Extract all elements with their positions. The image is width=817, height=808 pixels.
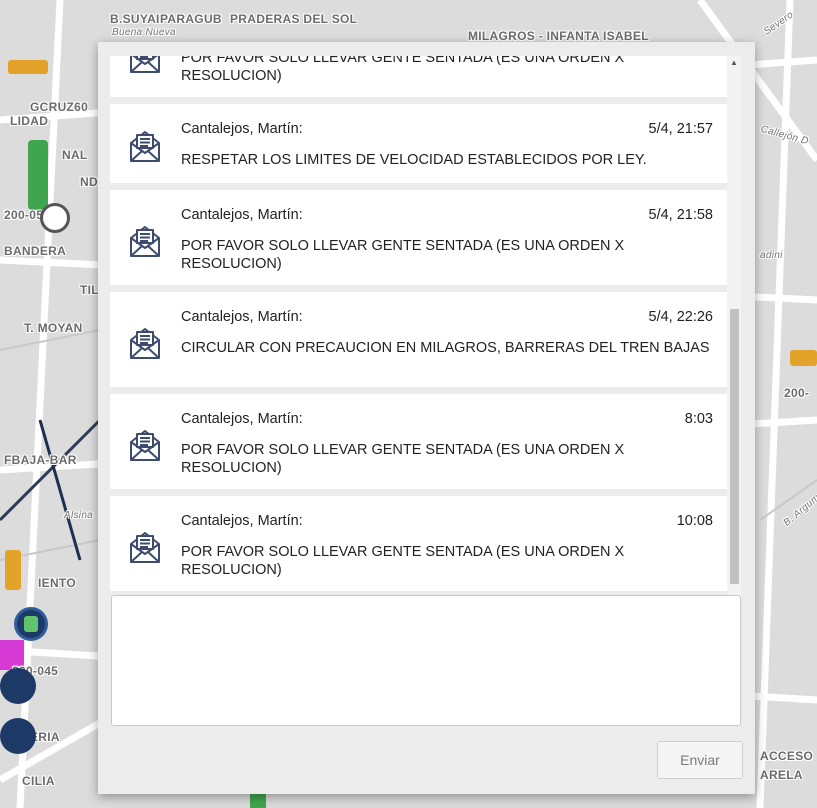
message-list[interactable]: POR FAVOR SOLO LLEVAR GENTE SENTADA (ES … [110,56,727,624]
map-label: NAL [62,148,88,162]
message-body: POR FAVOR SOLO LLEVAR GENTE SENTADA (ES … [181,442,625,476]
message-time: 8:03 [684,411,713,427]
map-label: GCRUZ60 [30,100,89,114]
map-label: CILIA [22,774,55,788]
list-item: POR FAVOR SOLO LLEVAR GENTE SENTADA (ES … [110,56,727,97]
bus-stop-marker[interactable] [14,607,48,641]
message-sender: Cantalejos, Martín: [181,121,303,137]
envelope-letter-icon [130,56,160,73]
message-time: 5/4, 21:57 [648,121,714,137]
message-header: Cantalejos, Martín: 5/4, 21:57 [181,121,713,138]
message-header: Cantalejos, Martín: 5/4, 22:26 [181,309,713,326]
map-label: ACCESO [760,749,814,763]
map-label: MILAGROS - INFANTA ISABEL [468,29,649,43]
map-label: TIL [80,283,99,297]
list-item: Cantalejos, Martín: 8:03 POR FAVOR SOLO … [110,394,727,489]
envelope-letter-icon [130,532,160,563]
envelope-letter-icon [130,131,160,162]
envelope-letter-icon [130,328,160,359]
map-label: 200- [784,386,810,400]
map-label: FBAJA-BAR [4,453,77,467]
message-body: POR FAVOR SOLO LLEVAR GENTE SENTADA (ES … [181,56,625,84]
message-header: Cantalejos, Martín: 10:08 [181,513,713,530]
list-item: Cantalejos, Martín: 5/4, 21:58 POR FAVOR… [110,190,727,285]
scrollbar-thumb[interactable] [730,309,739,584]
map-label: B.SUYAI [110,12,160,26]
message-sender: Cantalejos, Martín: [181,207,303,223]
envelope-letter-icon [130,430,160,461]
map-label: Alsina [64,510,94,521]
message-time: 10:08 [676,513,713,529]
person-marker[interactable] [0,668,36,704]
bus-icon [24,616,38,632]
speed-marker[interactable] [40,203,70,233]
message-time: 5/4, 22:26 [648,309,714,325]
map-label: ARELA [760,768,803,782]
map-label: LIDAD [10,114,49,128]
message-list-scrollbar[interactable]: ▲ ▼ [727,56,741,624]
map-label: adini [760,250,783,261]
message-sender: Cantalejos, Martín: [181,309,303,325]
map-label: PARAGUB [160,12,222,26]
message-time: 5/4, 21:58 [648,207,714,223]
send-button[interactable]: Enviar [657,741,743,779]
envelope-letter-icon [130,226,160,257]
person-marker[interactable] [0,718,36,754]
message-header: Cantalejos, Martín: 5/4, 21:58 [181,207,713,224]
map-label: BANDERA [4,244,67,258]
message-body: CIRCULAR CON PRECAUCION EN MILAGROS, BAR… [181,340,710,356]
message-list-content: POR FAVOR SOLO LLEVAR GENTE SENTADA (ES … [110,56,727,598]
messages-modal: POR FAVOR SOLO LLEVAR GENTE SENTADA (ES … [98,42,755,794]
map-label: Buena Nueva [112,27,176,38]
message-body: POR FAVOR SOLO LLEVAR GENTE SENTADA (ES … [181,238,625,272]
message-compose-input[interactable] [111,595,741,726]
scroll-up-arrow-icon[interactable]: ▲ [727,56,741,70]
map-label: PRADERAS DEL SOL [230,12,358,26]
list-item: Cantalejos, Martín: 5/4, 22:26 CIRCULAR … [110,292,727,387]
list-item: Cantalejos, Martín: 10:08 POR FAVOR SOLO… [110,496,727,591]
message-sender: Cantalejos, Martín: [181,411,303,427]
message-sender: Cantalejos, Martín: [181,513,303,529]
map-label: IENTO [38,576,76,590]
message-body: RESPETAR LOS LIMITES DE VELOCIDAD ESTABL… [181,152,647,168]
list-item: Cantalejos, Martín: 5/4, 21:57 RESPETAR … [110,104,727,183]
message-body: POR FAVOR SOLO LLEVAR GENTE SENTADA (ES … [181,544,625,578]
map-label: T. MOYAN [24,321,83,335]
message-header: Cantalejos, Martín: 8:03 [181,411,713,428]
